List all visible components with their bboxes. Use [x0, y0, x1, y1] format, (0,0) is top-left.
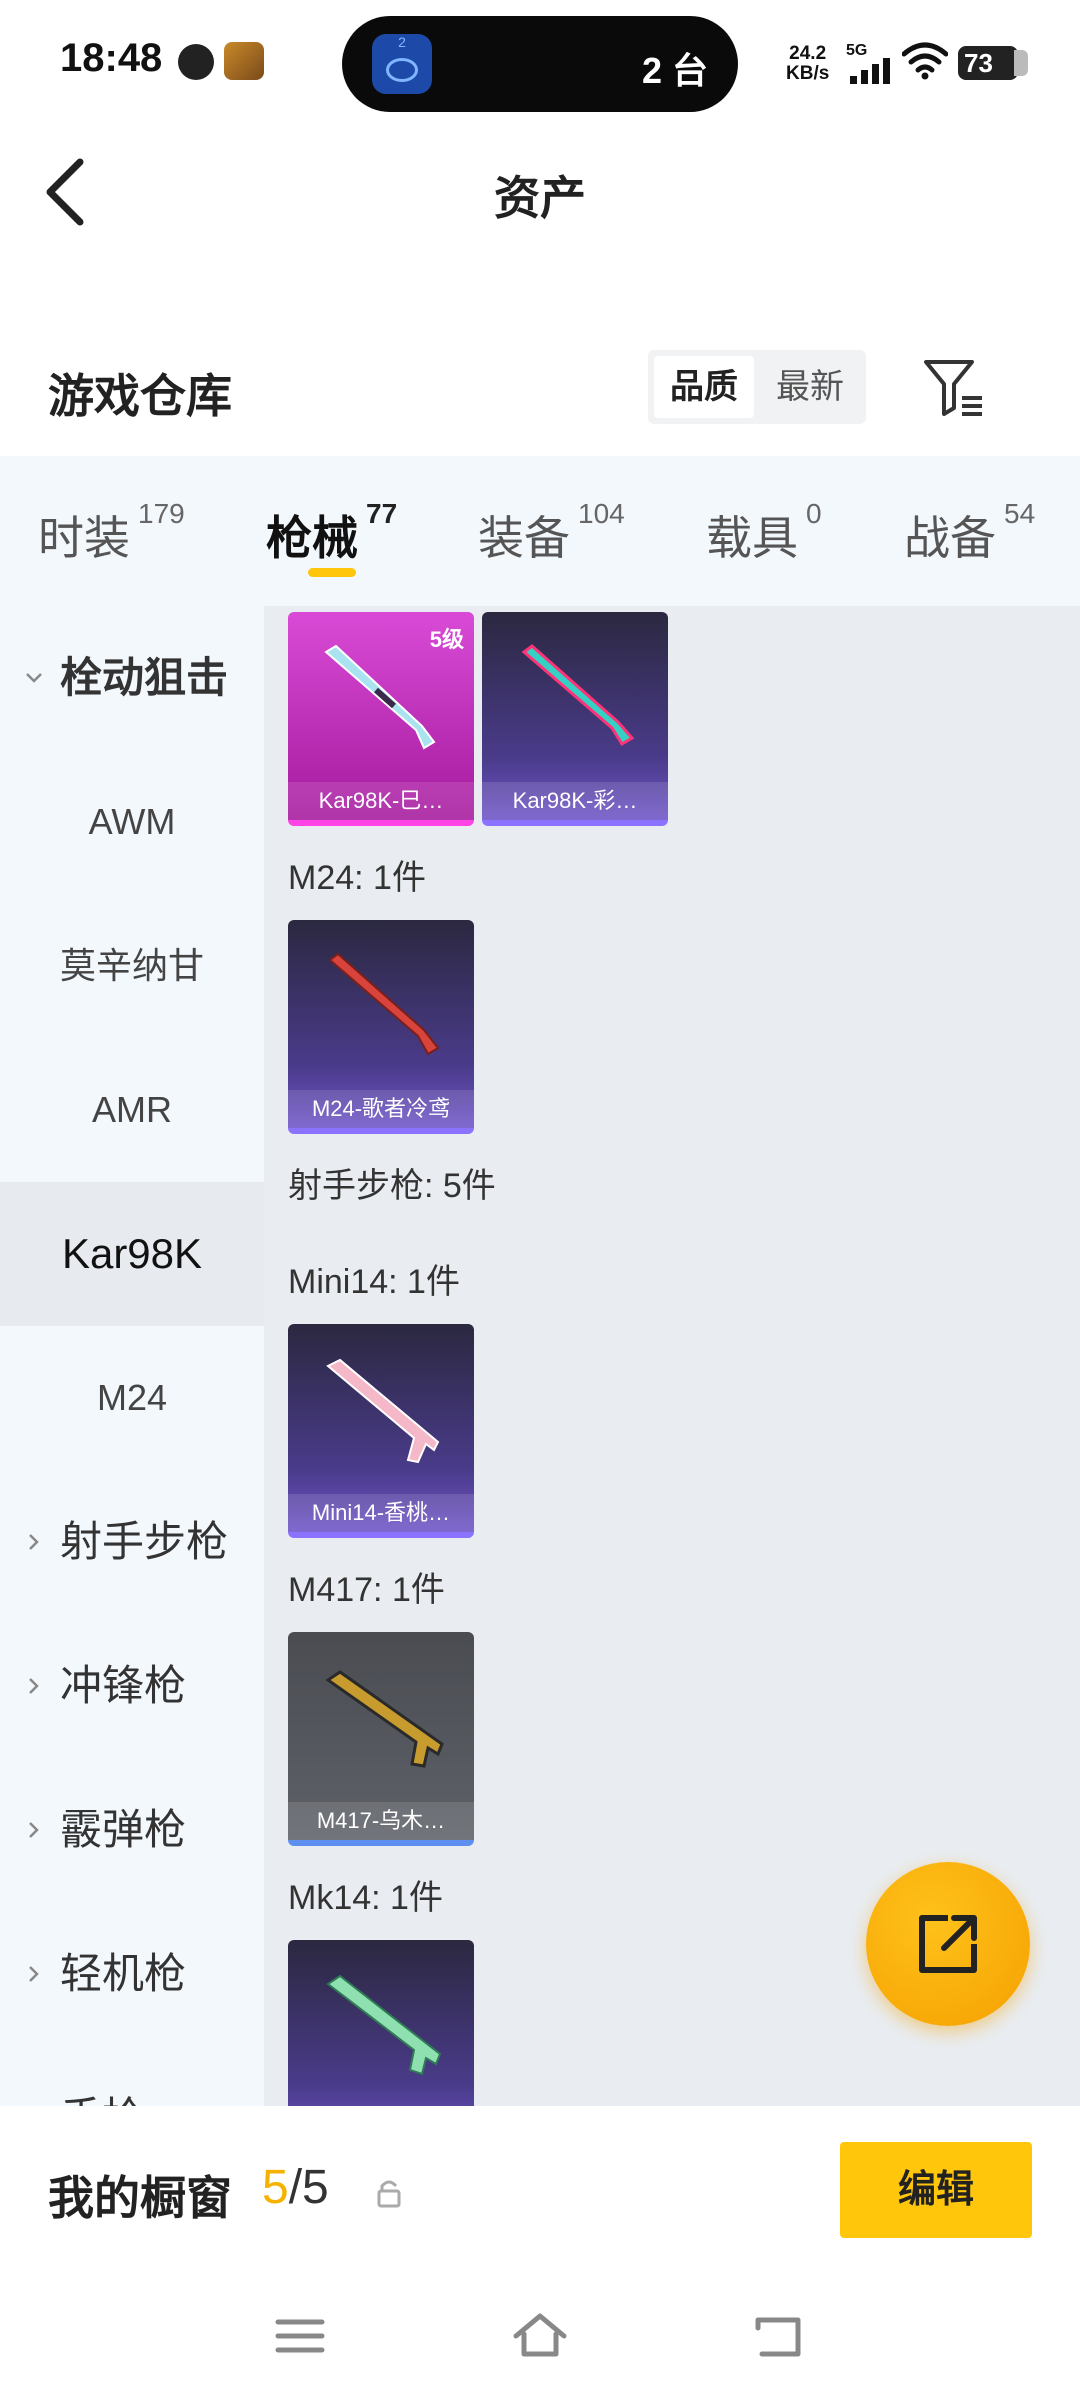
rifle-icon	[328, 952, 440, 1056]
weapon-name: Kar98K-巳…	[288, 782, 474, 820]
sort-toggle: 品质 最新	[648, 350, 866, 424]
sidebar-group-lmg[interactable]: 轻机枪	[0, 1902, 264, 2046]
wifi-icon	[902, 42, 948, 80]
group-label-m417: M417: 1件	[288, 1571, 445, 1609]
tab-label: 装备	[478, 512, 570, 564]
tab-vehicles[interactable]: 载具 0	[706, 498, 822, 568]
showcase-label: 我的橱窗	[48, 2172, 232, 2224]
tab-count: 0	[806, 498, 822, 529]
filter-icon[interactable]	[922, 356, 984, 418]
weapon-card-mk14[interactable]	[288, 1940, 474, 2106]
page-title: 资产	[494, 172, 586, 224]
category-tabs: 时装 179 枪械 77 装备 104 载具 0 战备 54	[0, 456, 1080, 606]
status-bar: 18:48 2 2 台 24.2 KB/s 5G 73	[0, 0, 1080, 130]
island-text: 2 台	[641, 50, 708, 91]
menu-icon[interactable]	[270, 2306, 330, 2366]
sidebar-group-pistol[interactable]: 手枪	[0, 2046, 264, 2106]
sidebar-group-smg[interactable]: 冲锋枪	[0, 1614, 264, 1758]
showcase-current: 5	[262, 2161, 289, 2214]
weapon-name: Mini14-香桃…	[288, 1494, 474, 1532]
tab-count: 77	[366, 498, 398, 529]
sidebar-group-bolt-action[interactable]: 栓动狙击	[0, 606, 264, 750]
status-time: 18:48	[60, 36, 163, 80]
sidebar-group-label: 轻机枪	[60, 1950, 187, 1997]
chevron-right-icon	[29, 1534, 39, 1550]
sidebar-group-label: 霰弹枪	[60, 1806, 187, 1853]
sidebar-item-awm[interactable]: AWM	[0, 750, 264, 894]
weapon-card-mini14[interactable]: Mini14-香桃…	[288, 1324, 474, 1538]
net-speed-unit: KB/s	[786, 63, 830, 84]
net-speed: 24.2 KB/s	[786, 44, 829, 84]
tab-label: 时装	[38, 512, 130, 564]
weapon-name: M24-歌者冷鸢	[288, 1090, 474, 1128]
group-label-m24: M24: 1件	[288, 859, 426, 897]
sidebar-group-dmr[interactable]: 射手步枪	[0, 1470, 264, 1614]
back-nav-icon[interactable]	[750, 2306, 810, 2366]
chevron-right-icon	[29, 1966, 39, 1982]
weapon-card-m24[interactable]: M24-歌者冷鸢	[288, 920, 474, 1134]
rifle-icon	[326, 1974, 442, 2076]
chevron-right-icon	[29, 1822, 39, 1838]
battery-icon: 73	[958, 46, 1028, 80]
sidebar-group-shotgun[interactable]: 霰弹枪	[0, 1758, 264, 1902]
rifle-icon	[324, 644, 436, 750]
sidebar-group-label: 栓动狙击	[60, 654, 229, 701]
weapon-card-kar98k-2[interactable]: Kar98K-彩…	[482, 612, 668, 826]
lock-icon	[377, 2180, 401, 2208]
sidebar-group-label: 冲锋枪	[60, 1662, 187, 1709]
tab-indicator	[308, 568, 356, 577]
showcase-bar: 我的橱窗 5/5 编辑	[0, 2106, 1080, 2276]
sidebar-group-label: 手枪	[60, 2094, 144, 2106]
tab-equipment[interactable]: 装备 104	[478, 498, 625, 568]
tab-label: 载具	[706, 512, 798, 564]
notification-app-icon	[178, 44, 214, 80]
sort-quality-button[interactable]: 品质	[654, 356, 754, 418]
sidebar-item-kar98k[interactable]: Kar98K	[0, 1182, 264, 1326]
weapon-card-kar98k-1[interactable]: 5级 Kar98K-巳…	[288, 612, 474, 826]
group-label-mini14: Mini14: 1件	[288, 1263, 460, 1301]
game-app-icon	[224, 42, 264, 80]
showcase-count: 5/5	[262, 2160, 329, 2215]
system-nav-bar	[0, 2276, 1080, 2400]
weapon-card-m417[interactable]: M417-乌木…	[288, 1632, 474, 1846]
tab-count: 179	[138, 498, 185, 529]
group-label-mk14: Mk14: 1件	[288, 1879, 443, 1917]
dynamic-island[interactable]: 2 2 台	[342, 16, 738, 112]
rifle-icon	[325, 1670, 444, 1768]
island-badge: 2	[398, 34, 406, 50]
home-icon[interactable]	[510, 2306, 570, 2366]
signal-icon	[850, 58, 892, 84]
broadcast-icon: 2	[372, 34, 432, 94]
tab-firearms[interactable]: 枪械 77	[266, 498, 397, 568]
sort-newest-button[interactable]: 最新	[760, 356, 860, 418]
sidebar-item-mosin[interactable]: 莫辛纳甘	[0, 894, 264, 1038]
tab-count: 104	[578, 498, 625, 529]
tab-count: 54	[1004, 498, 1036, 529]
group-label-dmr: 射手步枪: 5件	[288, 1167, 496, 1205]
edit-button[interactable]: 编辑	[840, 2142, 1032, 2238]
weapon-name: Kar98K-彩…	[482, 782, 668, 820]
share-fab-button[interactable]	[866, 1862, 1030, 2026]
warehouse-title: 游戏仓库	[48, 370, 232, 422]
rifle-icon	[521, 644, 635, 747]
chevron-down-icon	[26, 673, 42, 683]
net-speed-value: 24.2	[789, 43, 827, 64]
showcase-total: /5	[288, 2161, 329, 2214]
share-icon	[919, 1915, 977, 1973]
tab-fashion[interactable]: 时装 179	[38, 498, 185, 568]
tab-label: 枪械	[266, 512, 358, 564]
sidebar-item-amr[interactable]: AMR	[0, 1038, 264, 1182]
weapon-name: M417-乌木…	[288, 1802, 474, 1840]
weapon-sidebar: 栓动狙击 AWM 莫辛纳甘 AMR Kar98K M24 射手步枪 冲锋枪 霰弹…	[0, 606, 264, 2106]
chevron-right-icon	[29, 1678, 39, 1694]
sidebar-group-label: 射手步枪	[60, 1518, 229, 1565]
sidebar-item-m24[interactable]: M24	[0, 1326, 264, 1470]
tab-label: 战备	[904, 512, 996, 564]
tab-combat-gear[interactable]: 战备 54	[904, 498, 1035, 568]
rifle-icon	[326, 1358, 440, 1464]
